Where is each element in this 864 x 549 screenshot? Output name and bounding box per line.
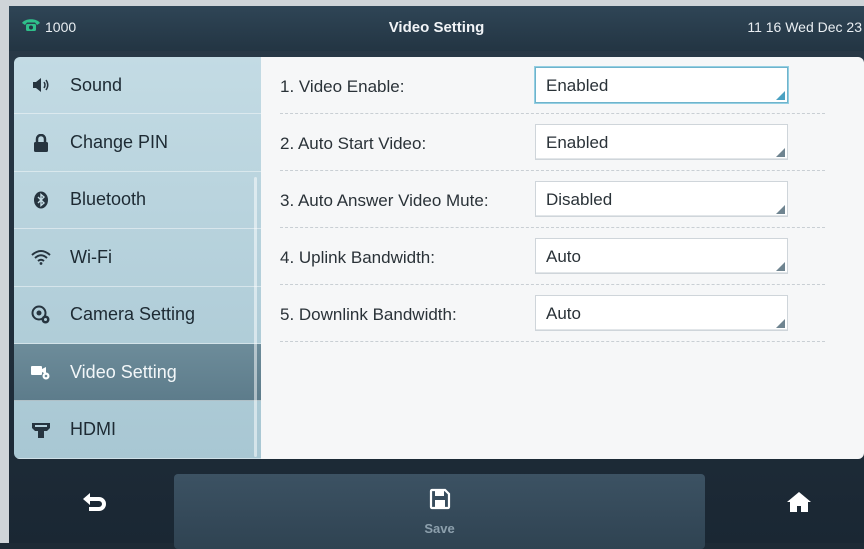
phone-screen: 1000 Video Setting 11 16 Wed Dec 23 Soun… (0, 0, 864, 549)
dropdown-corner-icon (776, 205, 785, 214)
save-button[interactable]: Save (174, 474, 705, 549)
sidebar-item-label: Wi-Fi (70, 246, 112, 267)
setting-row-auto-answer-video-mute: 3. Auto Answer Video Mute: Disabled (280, 171, 825, 228)
settings-list: 1. Video Enable: Enabled 2. Auto Start V… (261, 57, 864, 459)
back-button[interactable] (64, 474, 124, 534)
sidebar-item-hdmi[interactable]: HDMI (14, 401, 261, 459)
back-arrow-icon (81, 491, 107, 518)
page-title: Video Setting (388, 19, 485, 36)
sidebar-item-video-setting[interactable]: Video Setting (14, 343, 261, 402)
content-panel: Sound Change PIN Bluetooth Wi-Fi Camera … (14, 57, 864, 459)
sidebar-item-label: HDMI (70, 419, 116, 440)
setting-label: 5. Downlink Bandwidth: (280, 305, 457, 324)
setting-row-downlink-bandwidth: 5. Downlink Bandwidth: Auto (280, 285, 825, 342)
wifi-icon (30, 246, 52, 268)
video-gear-icon (30, 361, 52, 383)
camera-gear-icon (30, 304, 52, 326)
uplink-bandwidth-select[interactable]: Auto (535, 238, 788, 274)
top-status-bar: 1000 Video Setting 11 16 Wed Dec 23 (9, 6, 864, 51)
home-icon (787, 491, 811, 518)
softkey-bar: Save (9, 464, 864, 549)
sidebar-item-camera-setting[interactable]: Camera Setting (14, 287, 261, 344)
settings-sidebar: Sound Change PIN Bluetooth Wi-Fi Camera … (14, 57, 261, 459)
dropdown-corner-icon (776, 148, 785, 157)
setting-label: 1. Video Enable: (280, 77, 405, 96)
sidebar-item-label: Change PIN (70, 132, 169, 153)
setting-label: 2. Auto Start Video: (280, 134, 427, 153)
setting-row-uplink-bandwidth: 4. Uplink Bandwidth: Auto (280, 228, 825, 285)
setting-value: Auto (546, 247, 581, 266)
dropdown-corner-icon (776, 262, 785, 271)
downlink-bandwidth-select[interactable]: Auto (535, 295, 788, 331)
dropdown-corner-icon (776, 319, 785, 328)
save-icon (429, 488, 451, 515)
sidebar-item-label: Video Setting (70, 361, 177, 382)
auto-start-video-select[interactable]: Enabled (535, 124, 788, 160)
setting-row-video-enable: 1. Video Enable: Enabled (280, 57, 825, 114)
sidebar-item-change-pin[interactable]: Change PIN (14, 114, 261, 172)
save-label: Save (424, 520, 455, 536)
setting-value: Enabled (546, 133, 609, 152)
auto-answer-video-mute-select[interactable]: Disabled (535, 181, 788, 217)
sidebar-item-label: Camera Setting (70, 304, 196, 325)
hdmi-icon (30, 419, 52, 441)
setting-label: 3. Auto Answer Video Mute: (280, 191, 489, 210)
dropdown-corner-icon (776, 91, 785, 100)
speaker-icon (30, 74, 52, 96)
sidebar-item-wifi[interactable]: Wi-Fi (14, 229, 261, 287)
sidebar-item-label: Sound (70, 74, 123, 95)
setting-value: Enabled (546, 76, 609, 95)
sidebar-scrollbar[interactable] (254, 177, 257, 457)
setting-value: Disabled (546, 190, 613, 209)
setting-row-auto-start-video: 2. Auto Start Video: Enabled (280, 114, 825, 171)
clock: 11 16 Wed Dec 23 (747, 19, 862, 35)
sidebar-item-label: Bluetooth (70, 189, 147, 210)
setting-value: Auto (546, 304, 581, 323)
setting-label: 4. Uplink Bandwidth: (280, 248, 435, 267)
sidebar-item-sound[interactable]: Sound (14, 57, 261, 115)
lock-icon (30, 132, 52, 154)
home-button[interactable] (769, 474, 829, 534)
sidebar-item-bluetooth[interactable]: Bluetooth (14, 172, 261, 230)
video-enable-select[interactable]: Enabled (535, 67, 788, 103)
bluetooth-icon (30, 189, 52, 211)
